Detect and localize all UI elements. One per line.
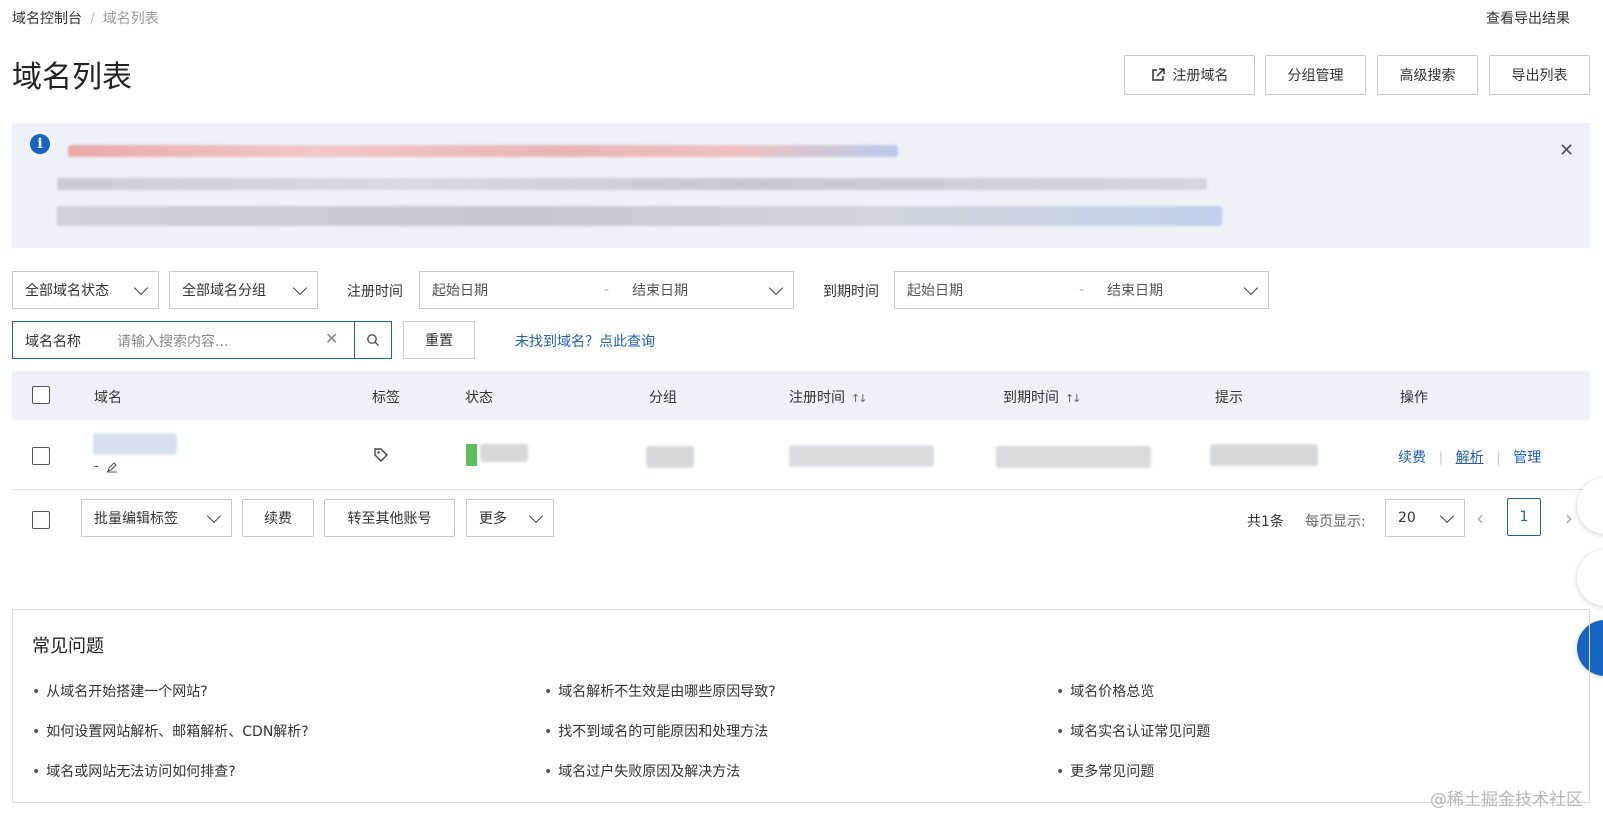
faq-link[interactable]: 域名实名认证常见问题 — [1056, 721, 1210, 741]
col-tags: 标签 — [372, 390, 400, 406]
transfer-account-button[interactable]: 转至其他账号 — [324, 499, 455, 537]
col-exp-time[interactable]: 到期时间 ↑↓ — [1003, 387, 1082, 407]
external-link-icon — [1151, 68, 1165, 81]
breadcrumb-current: 域名列表 — [102, 11, 159, 27]
domain-not-found-link[interactable]: 未找到域名？点此查询 — [515, 331, 655, 351]
prev-page-icon[interactable]: ‹ — [1476, 506, 1484, 530]
search-box: 域名名称 请输入搜索内容... ✕ — [12, 321, 392, 359]
faq-link[interactable]: 从域名开始搭建一个网站? — [32, 681, 207, 701]
row-actions: 续费 | 解析 | 管理 — [1398, 450, 1542, 466]
exp-end-date[interactable]: 结束日期 — [1107, 280, 1163, 300]
col-domain: 域名 — [94, 390, 122, 406]
bulk-edit-tags-select[interactable]: 批量编辑标签 — [81, 499, 232, 537]
bulk-select-checkbox[interactable] — [32, 511, 50, 529]
faq-link[interactable]: 域名过户失败原因及解决方法 — [544, 761, 740, 781]
total-count: 共1条 — [1247, 514, 1284, 530]
faq-link[interactable]: 找不到域名的可能原因和处理方法 — [544, 721, 768, 741]
page-title: 域名列表 — [12, 60, 132, 95]
reg-end-date[interactable]: 结束日期 — [632, 280, 688, 300]
col-status: 状态 — [465, 390, 493, 406]
status-indicator — [466, 444, 477, 466]
faq-link[interactable]: 域名价格总览 — [1056, 681, 1154, 701]
faq-link[interactable]: 域名或网站无法访问如何排查? — [32, 761, 235, 781]
group-redacted — [646, 446, 694, 468]
chevron-down-icon — [206, 508, 222, 524]
group-management-button[interactable]: 分组管理 — [1265, 55, 1366, 95]
sort-icon[interactable]: ↑↓ — [1065, 392, 1082, 405]
faq-link[interactable]: 如何设置网站解析、邮箱解析、CDN解析? — [32, 721, 308, 741]
chevron-down-icon — [133, 280, 149, 296]
chevron-down-icon — [1243, 280, 1259, 296]
registration-time-label: 注册时间 — [347, 284, 403, 300]
next-page-icon[interactable]: › — [1565, 506, 1573, 530]
dns-link[interactable]: 解析 — [1456, 450, 1484, 466]
page-1-button[interactable]: 1 — [1507, 498, 1541, 536]
chevron-down-icon — [292, 280, 308, 296]
manage-link[interactable]: 管理 — [1513, 450, 1541, 466]
faq-panel — [12, 609, 1590, 803]
close-icon[interactable]: ✕ — [1559, 140, 1574, 161]
renew-link[interactable]: 续费 — [1398, 450, 1426, 466]
breadcrumb-root[interactable]: 域名控制台 — [12, 11, 82, 27]
status-text-redacted — [480, 444, 528, 462]
search-input[interactable]: 请输入搜索内容... — [117, 331, 228, 351]
domain-status-select[interactable]: 全部域名状态 — [12, 271, 159, 309]
faq-link[interactable]: 更多常见问题 — [1056, 761, 1154, 781]
col-reg-time[interactable]: 注册时间 ↑↓ — [789, 387, 868, 407]
reg-time-redacted — [789, 445, 934, 467]
row-checkbox[interactable] — [32, 447, 50, 465]
registration-date-range[interactable]: 起始日期 - 结束日期 — [419, 271, 794, 309]
float-tools-button[interactable] — [1577, 550, 1603, 606]
select-all-checkbox[interactable] — [32, 386, 50, 404]
expiry-date-range[interactable]: 起始日期 - 结束日期 — [894, 271, 1269, 309]
chevron-down-icon — [528, 508, 544, 524]
search-icon[interactable] — [366, 333, 380, 347]
reg-start-date[interactable]: 起始日期 — [432, 280, 488, 300]
search-field-select[interactable]: 域名名称 — [25, 331, 81, 351]
faq-title: 常见问题 — [32, 636, 104, 657]
domain-remark: - — [94, 459, 99, 474]
clear-icon[interactable]: ✕ — [325, 329, 338, 348]
chevron-down-icon — [1439, 508, 1455, 524]
export-list-button[interactable]: 导出列表 — [1489, 55, 1590, 95]
col-group: 分组 — [649, 390, 677, 406]
advanced-search-button[interactable]: 高级搜索 — [1377, 55, 1478, 95]
register-domain-button[interactable]: 注册域名 — [1124, 55, 1255, 95]
col-hint: 提示 — [1215, 390, 1243, 406]
per-page-select[interactable]: 20 — [1385, 499, 1465, 537]
chevron-down-icon — [768, 280, 784, 296]
tag-icon[interactable] — [373, 447, 389, 463]
sort-icon[interactable]: ↑↓ — [851, 392, 868, 405]
exp-start-date[interactable]: 起始日期 — [907, 280, 963, 300]
hint-redacted — [1210, 444, 1318, 466]
more-actions-select[interactable]: 更多 — [466, 499, 554, 537]
domain-name-redacted[interactable] — [93, 433, 177, 455]
per-page-label: 每页显示: — [1305, 514, 1366, 530]
reset-button[interactable]: 重置 — [403, 321, 475, 359]
edit-icon[interactable] — [106, 461, 118, 473]
domain-group-select[interactable]: 全部域名分组 — [169, 271, 318, 309]
view-export-results-link[interactable]: 查看导出结果 — [1486, 8, 1570, 28]
exp-time-redacted — [996, 446, 1151, 468]
bulk-renew-button[interactable]: 续费 — [242, 499, 314, 537]
col-actions: 操作 — [1400, 390, 1428, 406]
info-icon: i — [30, 134, 50, 154]
notice-banner — [12, 123, 1590, 248]
watermark: @稀土掘金技术社区 — [1430, 790, 1583, 810]
faq-link[interactable]: 域名解析不生效是由哪些原因导致? — [544, 681, 775, 701]
breadcrumb: 域名控制台 / 域名列表 — [12, 11, 159, 27]
expiry-time-label: 到期时间 — [823, 284, 879, 300]
